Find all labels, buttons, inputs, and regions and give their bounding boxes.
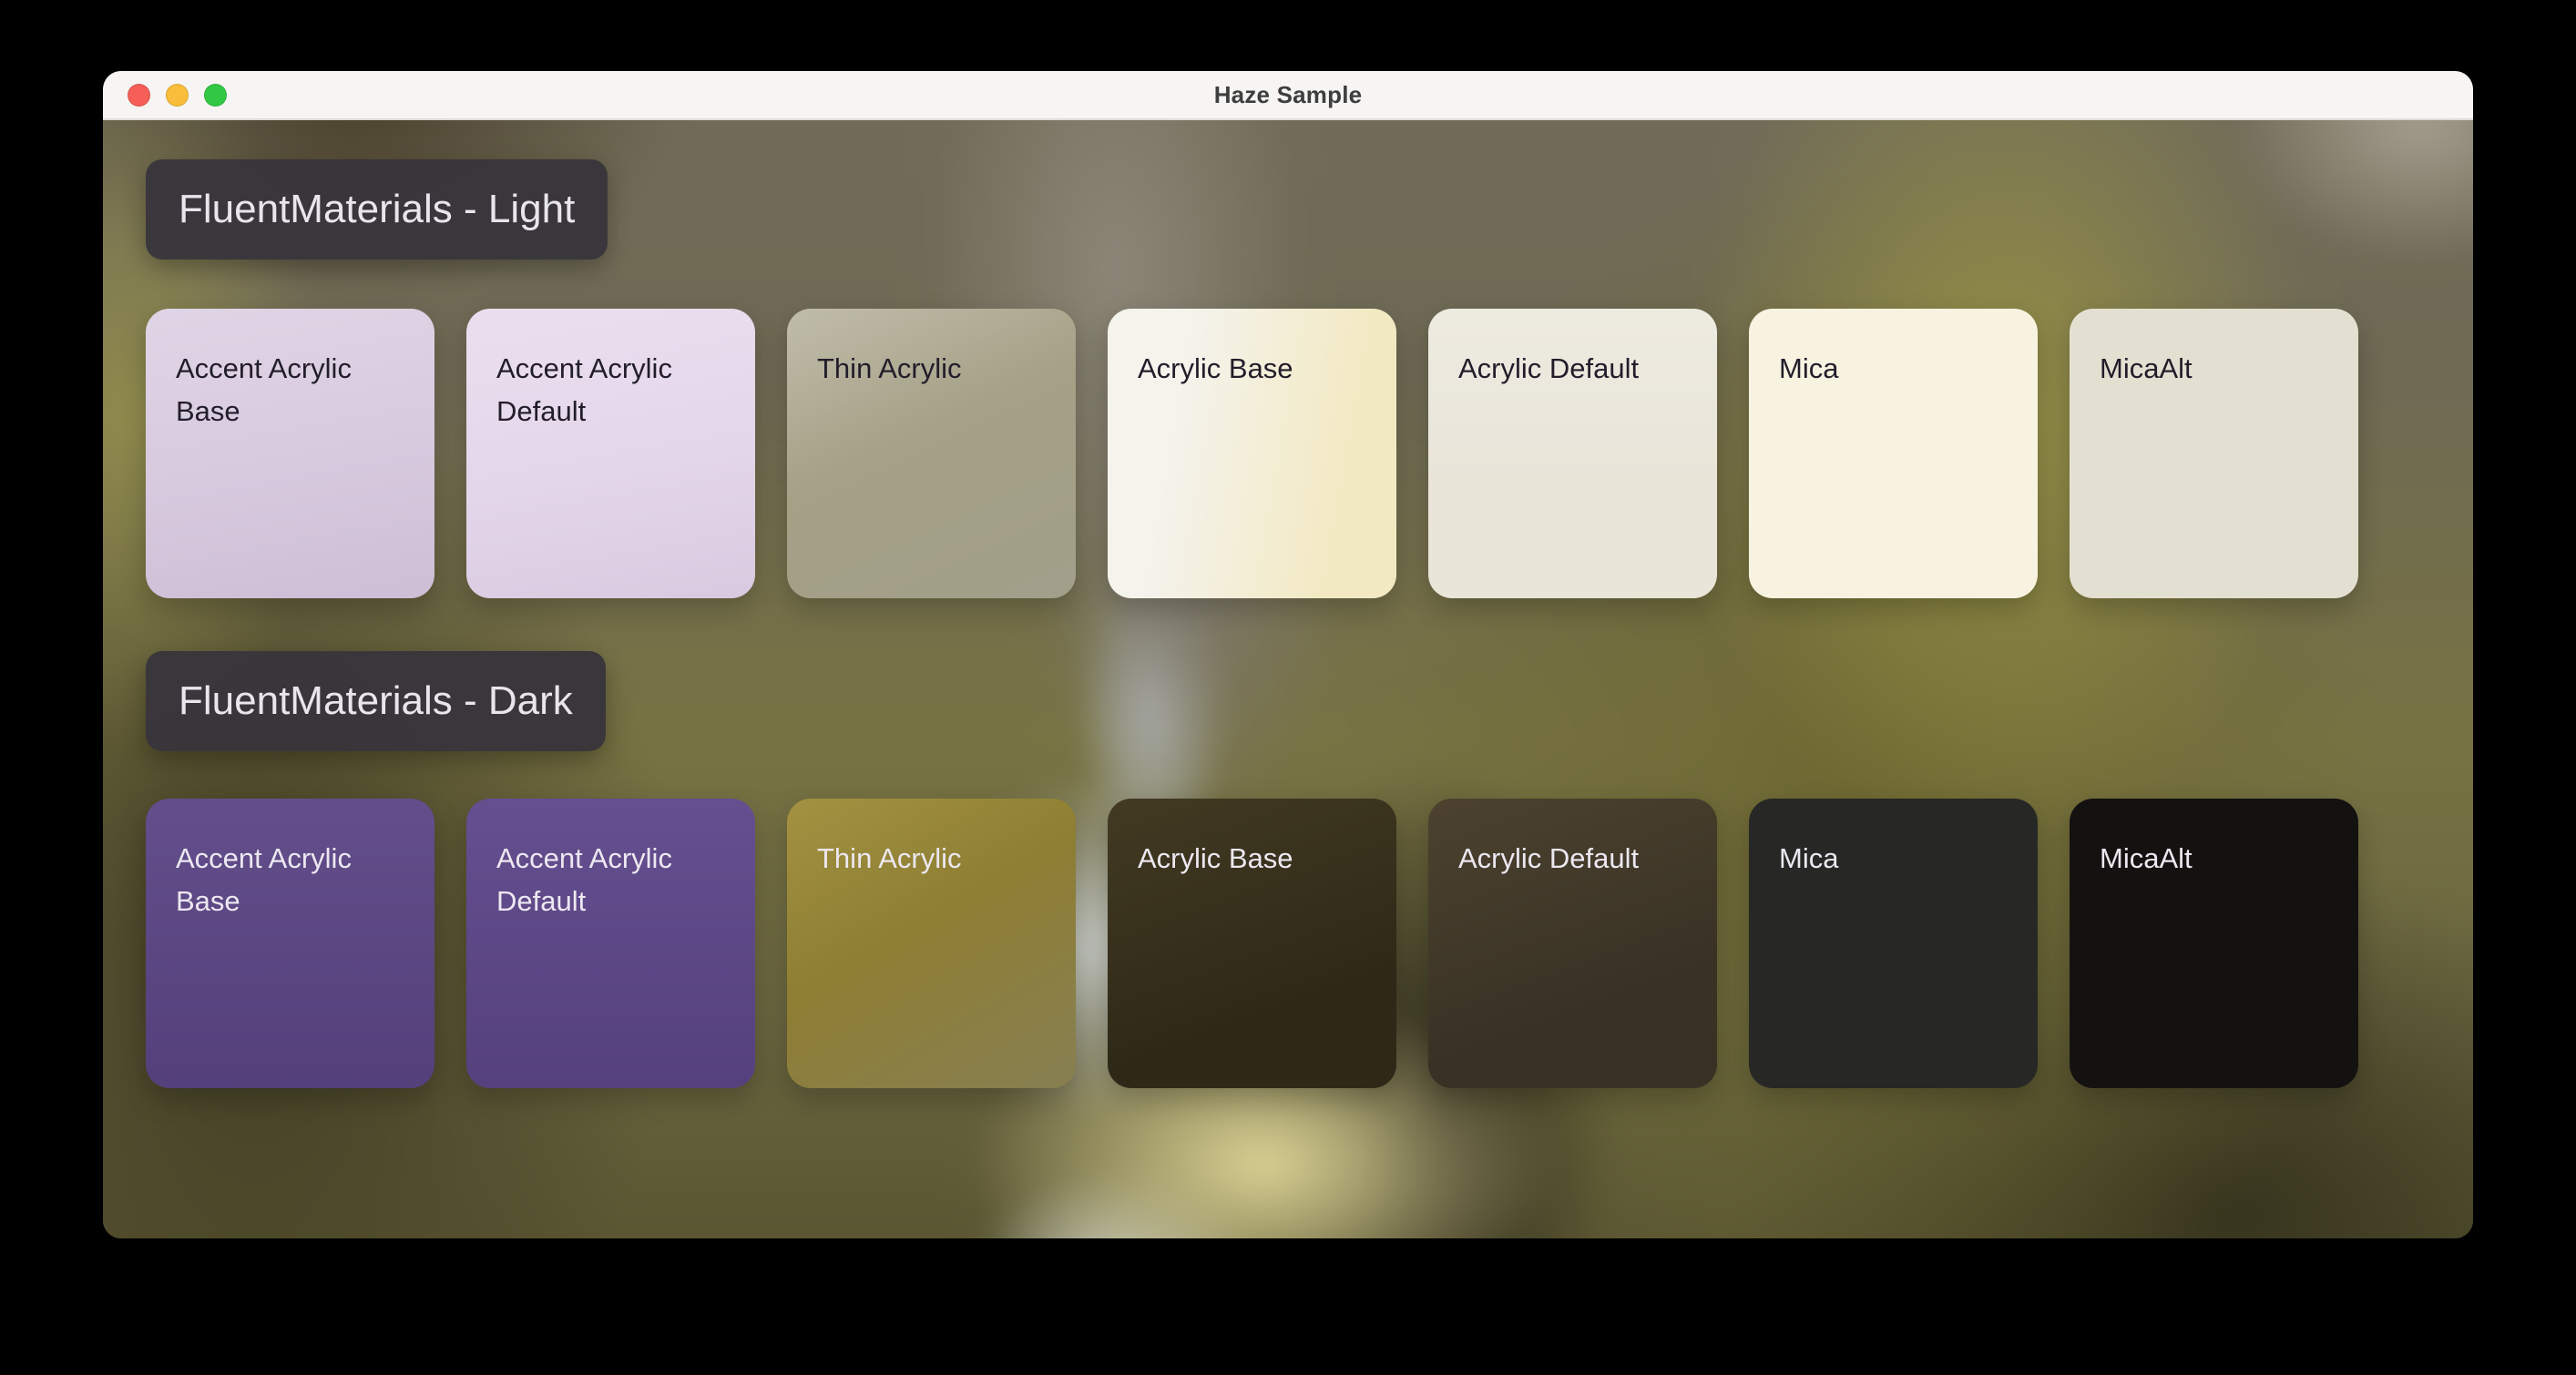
card-dark-thin-acrylic: Thin Acrylic (787, 799, 1076, 1088)
card-dark-acrylic-base: Acrylic Base (1108, 799, 1396, 1088)
section-header-dark: FluentMaterials - Dark (146, 651, 606, 751)
card-label: Accent Acrylic Default (496, 837, 730, 922)
app-window: Haze Sample FluentMaterials - Light Acce… (103, 71, 2473, 1238)
card-light-accent-acrylic-base: Accent Acrylic Base (146, 309, 434, 598)
material-row-dark: Accent Acrylic Base Accent Acrylic Defau… (146, 799, 2358, 1088)
card-label: Mica (1779, 347, 2012, 390)
card-label: Acrylic Base (1138, 347, 1371, 390)
card-label: Accent Acrylic Default (496, 347, 730, 433)
window-content: FluentMaterials - Light Accent Acrylic B… (103, 120, 2473, 1238)
close-button[interactable] (128, 84, 150, 107)
card-light-thin-acrylic: Thin Acrylic (787, 309, 1076, 598)
card-dark-accent-acrylic-base: Accent Acrylic Base (146, 799, 434, 1088)
card-dark-accent-acrylic-default: Accent Acrylic Default (466, 799, 755, 1088)
card-label: Acrylic Base (1138, 837, 1371, 880)
traffic-lights (128, 71, 227, 118)
material-row-light: Accent Acrylic Base Accent Acrylic Defau… (146, 309, 2358, 598)
card-label: Thin Acrylic (817, 347, 1050, 390)
minimize-button[interactable] (166, 84, 189, 107)
card-light-mica: Mica (1749, 309, 2038, 598)
section-header-light-label: FluentMaterials - Light (179, 187, 575, 232)
card-dark-acrylic-default: Acrylic Default (1428, 799, 1717, 1088)
card-label: Accent Acrylic Base (176, 347, 409, 433)
card-light-accent-acrylic-default: Accent Acrylic Default (466, 309, 755, 598)
card-label: Acrylic Default (1458, 837, 1692, 880)
card-label: MicaAlt (2100, 347, 2333, 390)
card-dark-mica: Mica (1749, 799, 2038, 1088)
card-label: Mica (1779, 837, 2012, 880)
window-title: Haze Sample (1214, 81, 1363, 109)
section-header-light: FluentMaterials - Light (146, 159, 608, 260)
zoom-button[interactable] (204, 84, 227, 107)
card-light-acrylic-base: Acrylic Base (1108, 309, 1396, 598)
section-header-dark-label: FluentMaterials - Dark (179, 678, 573, 724)
card-light-acrylic-default: Acrylic Default (1428, 309, 1717, 598)
card-label: Acrylic Default (1458, 347, 1692, 390)
card-light-micaalt: MicaAlt (2070, 309, 2358, 598)
card-label: Accent Acrylic Base (176, 837, 409, 922)
card-dark-micaalt: MicaAlt (2070, 799, 2358, 1088)
card-label: MicaAlt (2100, 837, 2333, 880)
title-bar[interactable]: Haze Sample (103, 71, 2473, 120)
card-label: Thin Acrylic (817, 837, 1050, 880)
